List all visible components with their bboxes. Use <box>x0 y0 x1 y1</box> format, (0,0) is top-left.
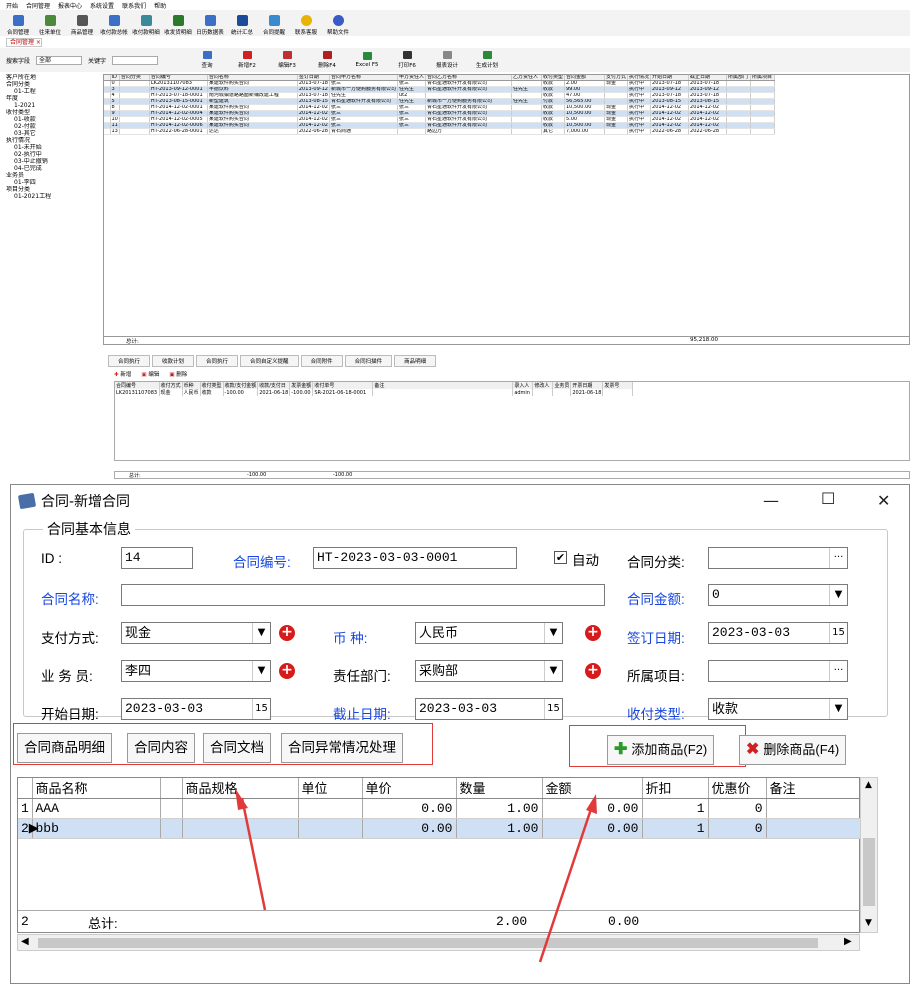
arrow-line-1 <box>240 797 267 911</box>
arrow-line-2 <box>538 805 594 963</box>
annotation-arrows <box>235 788 597 963</box>
arrow-head-1 <box>235 788 248 810</box>
arrow-head-2 <box>586 794 597 814</box>
